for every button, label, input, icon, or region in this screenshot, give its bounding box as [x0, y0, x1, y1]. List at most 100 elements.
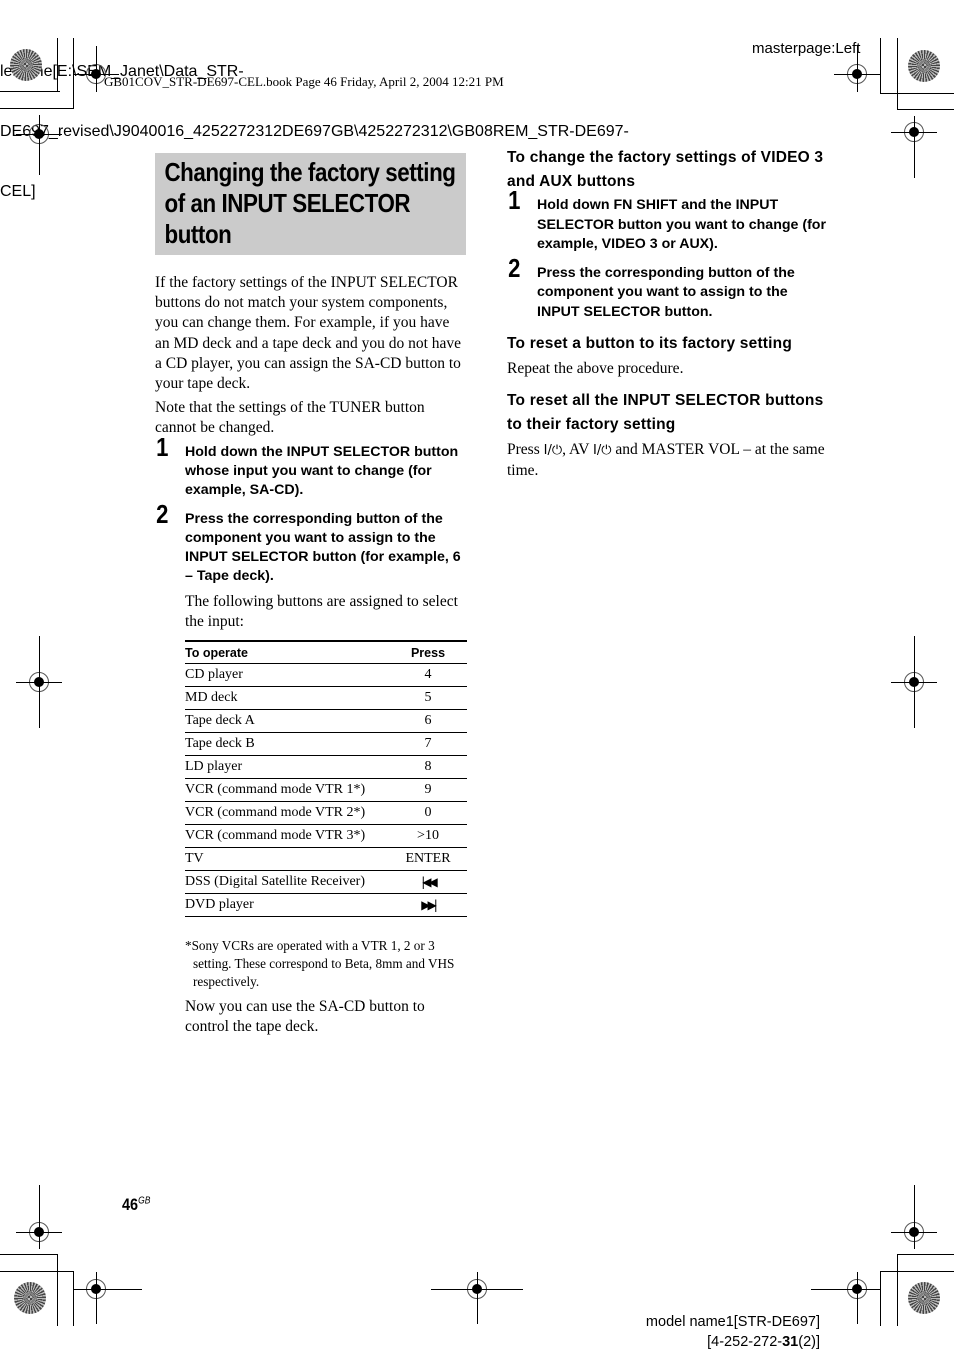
body-text: , AV	[562, 441, 593, 459]
intro-paragraph: If the factory settings of the INPUT SEL…	[155, 274, 462, 393]
page-number: 46GB	[122, 1195, 150, 1215]
part-number-bold: 31	[782, 1334, 799, 1350]
color-target-icon	[908, 50, 940, 82]
crop-mark	[57, 38, 58, 92]
table-row: DSS (Digital Satellite Receiver) |◀◀	[185, 870, 467, 895]
step-text: Press the corresponding button of the co…	[537, 264, 795, 320]
table-row: DVD player ▶▶|	[185, 893, 467, 918]
table-row: Tape deck B7	[185, 732, 467, 757]
model-info: model name1[STR-DE697] [4-252-272-31(2)]	[600, 1312, 820, 1352]
press-cell: 8	[389, 755, 467, 780]
crop-mark	[914, 1185, 915, 1249]
crop-mark	[39, 1185, 40, 1249]
crop-mark	[477, 1272, 478, 1324]
button-assignment-table: To operate Press CD player 4 MD deck 5 Tap…	[185, 640, 467, 918]
step-number: 1	[508, 185, 521, 215]
crop-mark	[0, 91, 60, 92]
crop-mark	[880, 1271, 881, 1326]
part-number: [4-252-272-31(2)]	[600, 1332, 820, 1352]
reset-button-section: To reset a button to its factory setting…	[507, 332, 827, 379]
press-cell: 9	[389, 778, 467, 803]
table-row: CD player 4	[185, 663, 467, 688]
table-intro: The following buttons are assigned to se…	[185, 592, 458, 630]
model-name: model name1[STR-DE697]	[645, 1314, 820, 1330]
note-paragraph: Note that the settings of the TUNER butt…	[155, 399, 425, 437]
part-number-prefix: [4-252-272-	[707, 1334, 783, 1350]
step-number: 2	[508, 252, 521, 283]
crop-mark	[39, 115, 40, 175]
component-cell: CD player	[185, 663, 389, 688]
section-body: Repeat the above procedure.	[507, 360, 684, 377]
crop-mark	[39, 636, 40, 728]
crop-mark	[880, 93, 954, 94]
power-icon: I/⏻	[593, 443, 612, 459]
step-number: 2	[156, 498, 169, 529]
crop-mark	[96, 46, 97, 92]
color-target-icon	[908, 1282, 940, 1314]
step-number: 1	[156, 431, 169, 462]
page-title: Changing the factory setting of an INPUT…	[164, 157, 456, 249]
color-target-icon	[14, 1282, 46, 1314]
crop-mark	[857, 1272, 858, 1324]
crop-mark	[0, 1254, 57, 1255]
press-cell: ENTER	[389, 847, 467, 872]
right-column: To change the factory settings of VIDEO …	[507, 146, 827, 482]
column-header-press: Press	[389, 641, 467, 665]
table-row: MD deck 5	[185, 686, 467, 711]
crop-mark	[914, 116, 915, 178]
press-cell: 6	[389, 709, 467, 734]
crop-mark	[0, 108, 73, 109]
section-heading: To change the factory settings of VIDEO …	[507, 149, 824, 190]
component-cell: VCR (command mode VTR 3*)	[185, 824, 389, 849]
press-cell: 0	[389, 801, 467, 826]
table-row: LD player 8	[185, 755, 467, 780]
crop-mark	[110, 1289, 142, 1290]
component-cell: Tape deck B	[185, 732, 389, 757]
crop-mark	[96, 1272, 97, 1324]
next-track-icon: ▶▶|	[421, 897, 437, 912]
press-cell: 5	[389, 686, 467, 711]
crop-mark	[857, 46, 858, 92]
crop-mark	[73, 1271, 74, 1326]
step-text: Hold down the INPUT SELECTOR button whos…	[185, 443, 459, 499]
crop-mark	[914, 636, 915, 728]
crop-mark	[880, 38, 881, 94]
press-cell: >10	[389, 824, 467, 849]
closing-paragraph: Now you can use the SA-CD button to cont…	[185, 998, 425, 1036]
part-number-suffix: (2)]	[798, 1334, 820, 1350]
crop-mark	[57, 1254, 58, 1326]
column-header-to-operate: To operate	[185, 641, 389, 665]
table-row: VCR (command mode VTR 2*) 0	[185, 801, 467, 826]
table-row: TV ENTER	[185, 847, 467, 872]
step-1: 1 Hold down FN SHIFT and the INPUT SELEC…	[507, 187, 827, 255]
press-cell: 4	[389, 663, 467, 688]
color-target-icon	[10, 49, 42, 81]
component-cell: DSS (Digital Satellite Receiver)	[185, 870, 389, 895]
component-cell: Tape deck A	[185, 709, 389, 734]
step-1: 1 Hold down the INPUT SELECTOR button wh…	[155, 433, 467, 501]
table-header-row: To operate Press	[185, 641, 467, 665]
crop-mark	[811, 1289, 843, 1290]
book-info: GB01COV_STR-DE697-CEL.book Page 46 Frida…	[104, 74, 504, 89]
step-text: Press the corresponding button of the co…	[185, 510, 461, 585]
crop-mark	[897, 1254, 954, 1255]
component-cell: TV	[185, 847, 389, 872]
press-cell: 7	[389, 732, 467, 757]
component-cell: VCR (command mode VTR 1*)	[185, 778, 389, 803]
table-row: VCR (command mode VTR 3*) >10	[185, 824, 467, 849]
power-icon: I/⏻	[543, 443, 563, 459]
section-heading: To reset all the INPUT SELECTOR buttons …	[507, 392, 824, 434]
crop-mark	[897, 1254, 898, 1326]
press-cell: ▶▶|	[389, 893, 467, 918]
component-cell: DVD player	[185, 893, 389, 918]
component-cell: LD player	[185, 755, 389, 780]
crop-mark	[897, 109, 954, 110]
crop-mark	[0, 1271, 73, 1272]
footnote: *Sony VCRs are operated with a VTR 1, 2 …	[185, 938, 455, 990]
crop-mark	[897, 38, 898, 110]
filename-line: DE697_revised\J9040016_4252272312DE697GB…	[0, 123, 629, 140]
page-number-value: 46	[122, 1195, 139, 1214]
step-2: 2 Press the corresponding button of the …	[507, 254, 827, 323]
component-cell: VCR (command mode VTR 2*)	[185, 801, 389, 826]
section-title-band: Changing the factory setting of an INPUT…	[155, 153, 466, 255]
